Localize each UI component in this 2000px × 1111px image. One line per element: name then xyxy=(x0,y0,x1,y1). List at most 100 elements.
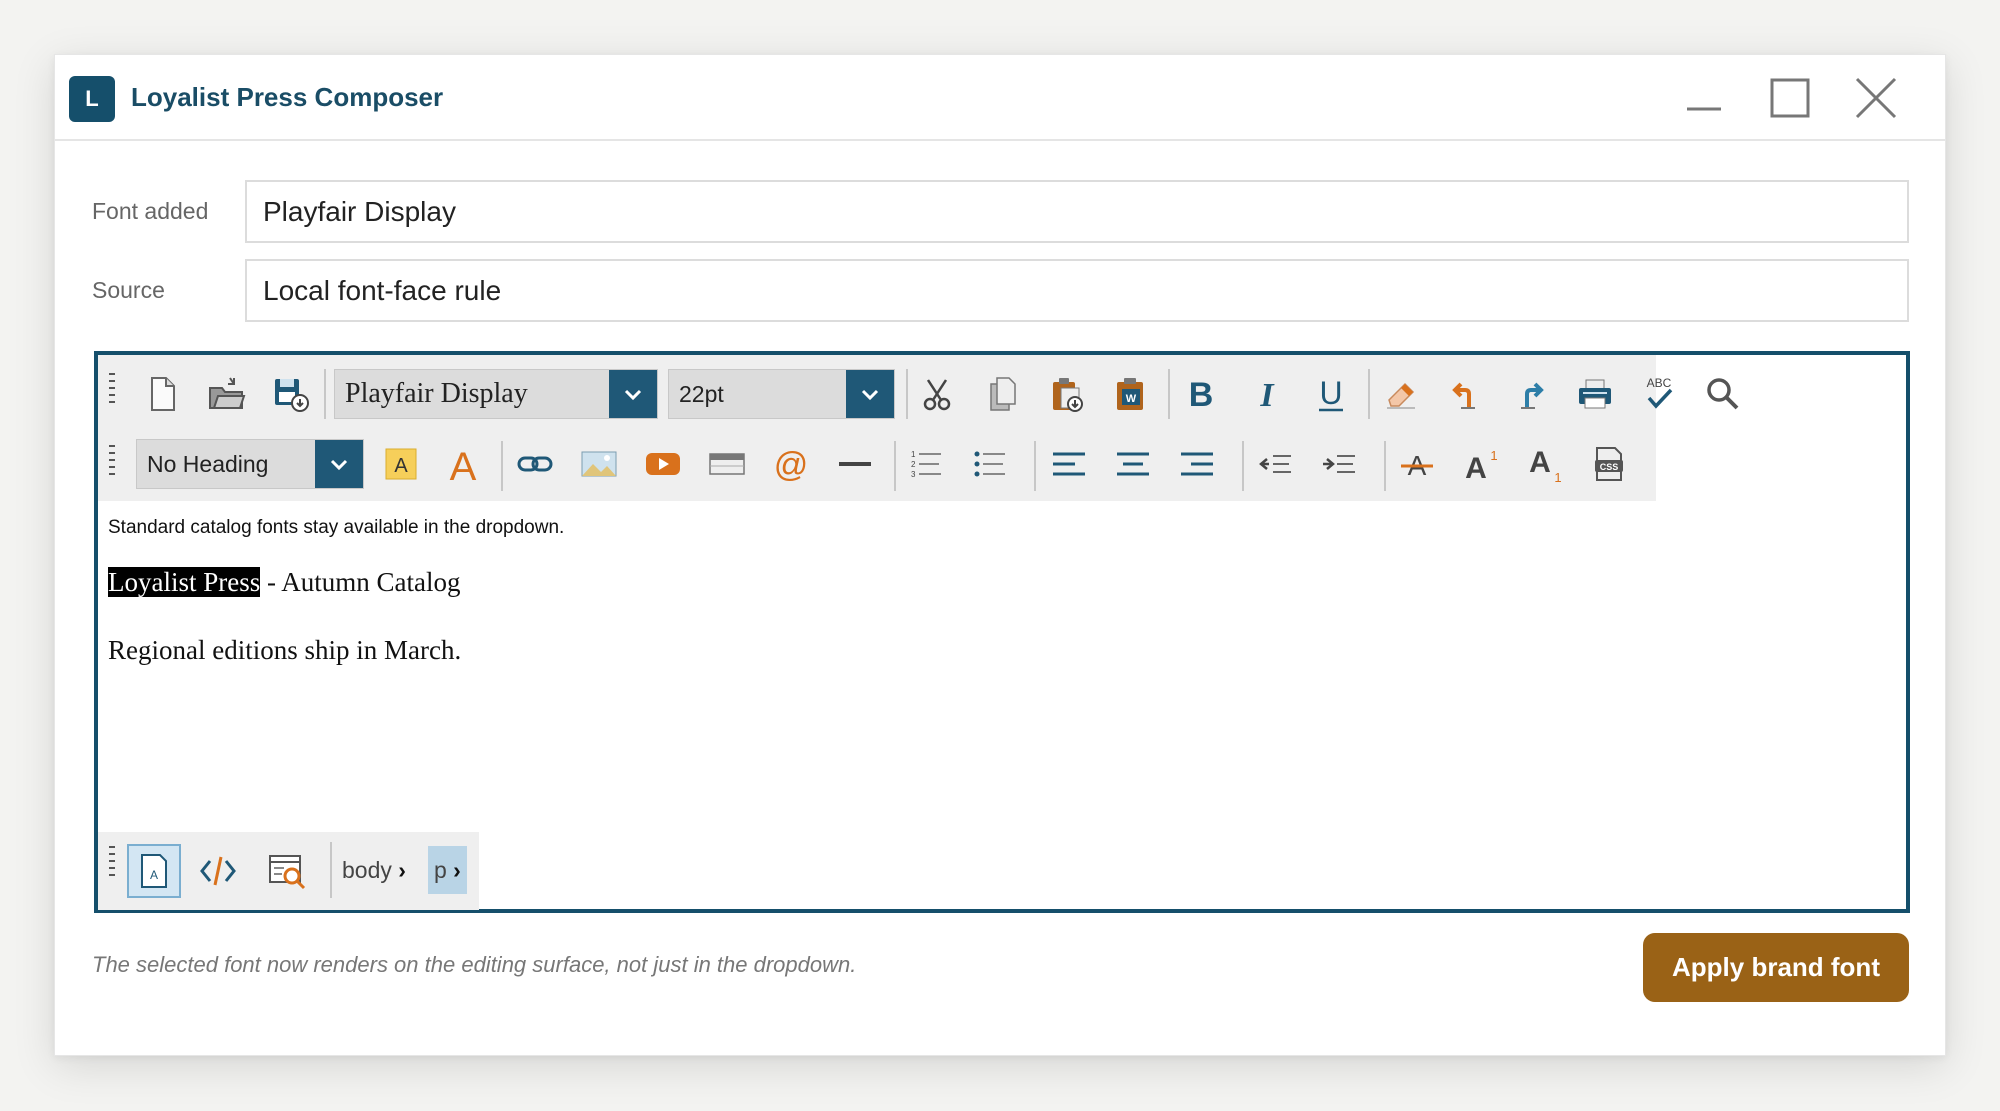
toolbar-separator xyxy=(1384,441,1386,491)
design-view-button[interactable]: A xyxy=(127,844,181,898)
link-icon[interactable] xyxy=(508,437,562,491)
svg-text:A: A xyxy=(150,868,158,882)
indent-icon[interactable] xyxy=(1312,437,1366,491)
toolbar-separator xyxy=(1368,369,1370,419)
cut-icon[interactable] xyxy=(910,367,964,421)
chevron-down-icon[interactable] xyxy=(846,370,894,418)
highlight-glyph: A xyxy=(394,455,408,477)
content-paragraph: Regional editions ship in March. xyxy=(108,635,462,665)
svg-text:I: I xyxy=(1259,377,1275,414)
svg-text:A: A xyxy=(1465,452,1487,484)
font-added-field[interactable]: Playfair Display xyxy=(245,180,1909,243)
copy-icon[interactable] xyxy=(976,367,1030,421)
font-family-dropdown[interactable]: Playfair Display xyxy=(334,369,658,419)
toolbar-separator xyxy=(1168,369,1170,419)
rich-text-editor: Playfair Display 22pt W B I U ABC No Hea… xyxy=(94,351,1910,913)
highlight-color-icon[interactable]: A xyxy=(374,437,428,491)
breadcrumb-p-label: p xyxy=(434,857,447,883)
source-label: Source xyxy=(92,277,165,303)
svg-text:A: A xyxy=(1529,446,1551,479)
close-button[interactable] xyxy=(1845,67,1907,129)
text-color-icon[interactable]: A xyxy=(436,437,490,491)
preview-button[interactable] xyxy=(260,844,314,898)
video-icon[interactable] xyxy=(636,437,690,491)
paste-from-word-icon[interactable]: W xyxy=(1104,367,1158,421)
save-icon[interactable] xyxy=(263,367,317,421)
table-icon[interactable] xyxy=(700,437,754,491)
title-bar: L Loyalist Press Composer xyxy=(55,55,1945,141)
print-icon[interactable] xyxy=(1568,367,1622,421)
font-family-value: Playfair Display xyxy=(345,378,528,409)
selected-text: Loyalist Press xyxy=(108,567,261,597)
paste-icon[interactable] xyxy=(1040,367,1094,421)
svg-text:1: 1 xyxy=(1554,470,1561,484)
align-left-icon[interactable] xyxy=(1042,437,1096,491)
toolbar-separator xyxy=(324,369,326,419)
svg-text:U: U xyxy=(1319,375,1342,411)
strikethrough-icon[interactable]: A xyxy=(1390,437,1444,491)
statusbar-grip[interactable] xyxy=(109,846,117,881)
spellcheck-icon[interactable]: ABC xyxy=(1632,367,1686,421)
align-center-icon[interactable] xyxy=(1106,437,1160,491)
statusbar-separator xyxy=(330,842,332,898)
underline-icon[interactable]: U xyxy=(1304,367,1358,421)
svg-text:@: @ xyxy=(774,446,809,484)
superscript-icon[interactable]: A1 xyxy=(1454,437,1508,491)
window-title: Loyalist Press Composer xyxy=(131,82,444,112)
toolbar-separator xyxy=(906,369,908,419)
css-label: CSS xyxy=(1600,462,1619,472)
bulleted-list-icon[interactable] xyxy=(962,437,1016,491)
image-icon[interactable] xyxy=(572,437,626,491)
chevron-down-icon[interactable] xyxy=(609,370,657,418)
heading-value: No Heading xyxy=(147,451,269,477)
apply-brand-font-button[interactable]: Apply brand font xyxy=(1643,933,1909,1002)
svg-text:1: 1 xyxy=(911,450,916,459)
spellcheck-label: ABC xyxy=(1647,376,1672,390)
app-window: L Loyalist Press Composer Font added Pla… xyxy=(54,54,1946,1056)
font-size-value: 22pt xyxy=(679,381,724,407)
new-document-icon[interactable] xyxy=(135,367,189,421)
footer-note: The selected font now renders on the edi… xyxy=(92,952,857,977)
toolbar-grip[interactable] xyxy=(109,373,117,408)
italic-icon[interactable]: I xyxy=(1240,367,1294,421)
open-folder-icon[interactable] xyxy=(199,367,253,421)
numbered-list-icon[interactable]: 123 xyxy=(898,437,952,491)
css-icon[interactable]: CSS xyxy=(1582,437,1636,491)
heading-rest: - Autumn Catalog xyxy=(260,567,461,597)
content-heading-line: Loyalist Press - Autumn Catalog xyxy=(108,567,460,598)
toolbar-grip[interactable] xyxy=(109,445,117,480)
mention-icon[interactable]: @ xyxy=(764,437,818,491)
font-size-dropdown[interactable]: 22pt xyxy=(668,369,895,419)
search-icon[interactable] xyxy=(1696,367,1750,421)
html-view-button[interactable] xyxy=(191,844,245,898)
svg-text:1: 1 xyxy=(1490,448,1497,463)
breadcrumb-p[interactable]: p › xyxy=(428,846,467,894)
svg-text:3: 3 xyxy=(911,470,916,479)
horizontal-rule-icon[interactable] xyxy=(828,437,882,491)
content-note: Standard catalog fonts stay available in… xyxy=(108,517,565,538)
maximize-button[interactable] xyxy=(1759,67,1821,129)
outdent-icon[interactable] xyxy=(1248,437,1302,491)
breadcrumb-body[interactable]: body › xyxy=(342,846,406,894)
undo-icon[interactable] xyxy=(1440,367,1494,421)
breadcrumb-body-label: body xyxy=(342,857,392,883)
svg-text:W: W xyxy=(1126,393,1137,405)
chevron-down-icon[interactable] xyxy=(315,440,363,488)
toolbar-separator xyxy=(894,441,896,491)
eraser-icon[interactable] xyxy=(1374,367,1428,421)
toolbar-separator xyxy=(1034,441,1036,491)
toolbar-separator xyxy=(501,441,503,491)
subscript-icon[interactable]: A1 xyxy=(1518,437,1572,491)
app-icon: L xyxy=(69,76,115,122)
bold-icon[interactable]: B xyxy=(1174,367,1228,421)
source-field[interactable]: Local font-face rule xyxy=(245,259,1909,322)
editor-statusbar: A body › p › xyxy=(98,832,479,910)
redo-icon[interactable] xyxy=(1504,367,1558,421)
minimize-button[interactable] xyxy=(1673,67,1735,129)
svg-text:B: B xyxy=(1189,376,1214,414)
font-added-label: Font added xyxy=(92,198,209,224)
align-right-icon[interactable] xyxy=(1170,437,1224,491)
toolbar-separator xyxy=(1242,441,1244,491)
text-color-glyph: A xyxy=(450,445,477,484)
heading-dropdown[interactable]: No Heading xyxy=(136,439,364,489)
